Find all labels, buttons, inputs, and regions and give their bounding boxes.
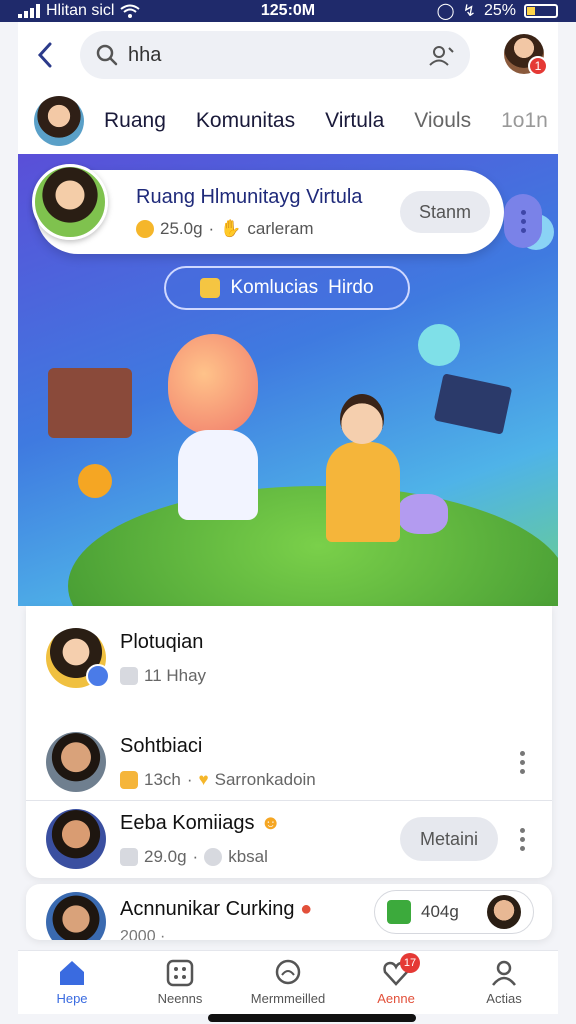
bluetooth-icon: ↯ (462, 3, 476, 20)
coin-icon (136, 219, 154, 238)
item-meta-secondary: kbsal (228, 846, 268, 866)
reward-pill[interactable]: 404g (374, 890, 534, 934)
voice-search-icon[interactable] (428, 44, 454, 66)
girl-character (318, 394, 408, 544)
search-box[interactable] (80, 31, 470, 79)
more-options-button[interactable] (512, 746, 532, 778)
community-meta: 25.0g · ✋ carleram (136, 219, 400, 239)
mascot-character (158, 334, 278, 524)
profile-icon (492, 960, 516, 986)
nav-activity[interactable]: 17 Aenne (346, 953, 446, 1006)
arcade-console-illustration (48, 368, 132, 438)
chevron-left-icon (37, 42, 52, 68)
carrier-label: Hlitan sicl (46, 2, 115, 19)
tag-icon (120, 847, 138, 866)
item-name: Eeba Komiiags (120, 811, 255, 834)
tabs-row: Ruang Komunitas Virtula Viouls 1o1n (18, 88, 558, 154)
avatar (46, 809, 106, 869)
tab-komunitas[interactable]: Komunitas (196, 109, 295, 133)
gift-icon (387, 900, 411, 924)
more-options-button[interactable] (504, 194, 542, 248)
start-button[interactable]: Stanm (400, 191, 490, 233)
smile-emoji-icon: ☻ (260, 811, 282, 834)
chat-icon (275, 959, 301, 985)
tab-ruang[interactable]: Ruang (104, 109, 166, 133)
nav-messages[interactable]: Mermmeilled (238, 959, 338, 1006)
nav-home[interactable]: Hepe (22, 959, 122, 1006)
avatar (46, 732, 106, 792)
item-name: Sohtbiaci (120, 734, 203, 757)
chip-suffix: Hirdo (328, 277, 374, 298)
search-icon (96, 44, 118, 66)
clock: 125:0M (260, 2, 316, 19)
tab-virtula[interactable]: Virtula (325, 109, 384, 133)
join-button[interactable]: Metaini (400, 817, 498, 861)
hand-icon: ✋ (220, 218, 242, 238)
list-item-partial[interactable]: Acnnunikar Curking ● 2000 · 404g (26, 884, 552, 940)
calendar-icon (120, 770, 138, 789)
emoji-bubble (418, 324, 460, 366)
home-icon (60, 961, 84, 985)
laptop-illustration (433, 373, 513, 435)
back-button[interactable] (30, 40, 60, 70)
status-bar: Hlitan sicl 125:0M ◯ ↯ 25% (0, 0, 576, 22)
home-indicator (208, 1014, 416, 1022)
member-count: 25.0g (160, 218, 203, 238)
community-card[interactable]: Ruang Hlmunitayg Virtula 25.0g · ✋ carle… (32, 164, 504, 254)
item-name: Plotuqian (120, 630, 204, 653)
community-list: Plotuqian 11 Hhay Sohtbiaci 13ch · ♥ Sar… (26, 606, 552, 878)
nav-profile[interactable]: Actias (454, 959, 554, 1006)
alarm-icon: ◯ (436, 3, 455, 20)
heart-icon: ♥ (198, 769, 209, 789)
nav-label: Neenns (157, 991, 203, 1006)
nav-rooms[interactable]: Neenns (130, 959, 230, 1006)
hero-ground (68, 486, 558, 606)
fire-emoji-icon: ● (300, 898, 313, 920)
nav-label: Hepe (56, 991, 88, 1006)
community-avatar (32, 164, 108, 240)
chip-icon (200, 278, 221, 298)
hero-banner[interactable]: Ruang Hlmunitayg Virtula 25.0g · ✋ carle… (18, 154, 558, 606)
clock-icon (120, 666, 138, 685)
avatar (487, 895, 521, 929)
pill-value: 404g (421, 902, 459, 921)
community-title: Ruang Hlmunitayg Virtula (136, 185, 363, 208)
community-status: carleram (247, 218, 314, 238)
activity-badge: 17 (400, 953, 420, 973)
battery-percent: 25% (483, 2, 516, 19)
item-meta: 11 Hhay (144, 665, 207, 685)
verified-icon (86, 664, 110, 688)
notification-badge: 1 (528, 56, 548, 76)
divider (26, 800, 552, 801)
item-name: Acnnunikar Curking (120, 898, 295, 920)
more-options-button[interactable] (512, 823, 532, 855)
item-meta: 13ch (144, 769, 181, 789)
tab-viouls[interactable]: Viouls (414, 109, 471, 133)
group-icon (204, 847, 223, 866)
tab-1o1n[interactable]: 1o1n (501, 109, 548, 133)
nav-label: Aenne (377, 991, 415, 1006)
battery-icon (524, 4, 558, 18)
list-item[interactable]: Plotuqian 11 Hhay (26, 618, 552, 698)
nav-label: Mermmeilled (250, 991, 326, 1006)
item-meta: 2000 · (120, 928, 166, 940)
avatar (46, 628, 110, 688)
chip-label: Komlucias (230, 277, 319, 298)
nav-label: Actias (486, 991, 522, 1006)
list-item[interactable]: Eeba Komiiags ☻ 29.0g · kbsal Metaini (26, 806, 552, 872)
top-bar: 1 (18, 22, 558, 88)
list-item[interactable]: Sohtbiaci 13ch · ♥ Sarronkadoin (26, 722, 552, 802)
bottom-nav: Hepe Neenns Mermmeilled 17 Aenne Actias (18, 950, 558, 1014)
search-input[interactable] (128, 43, 418, 67)
item-meta: 29.0g (144, 846, 187, 866)
hero-chip[interactable]: Komlucias Hirdo (164, 266, 410, 310)
wifi-icon (120, 4, 141, 18)
avatar (46, 892, 106, 940)
coin-icon (78, 464, 112, 498)
item-meta-secondary: Sarronkadoin (214, 769, 316, 789)
grid-icon (166, 959, 194, 987)
signal-icon (18, 4, 40, 18)
user-avatar[interactable] (34, 96, 84, 146)
